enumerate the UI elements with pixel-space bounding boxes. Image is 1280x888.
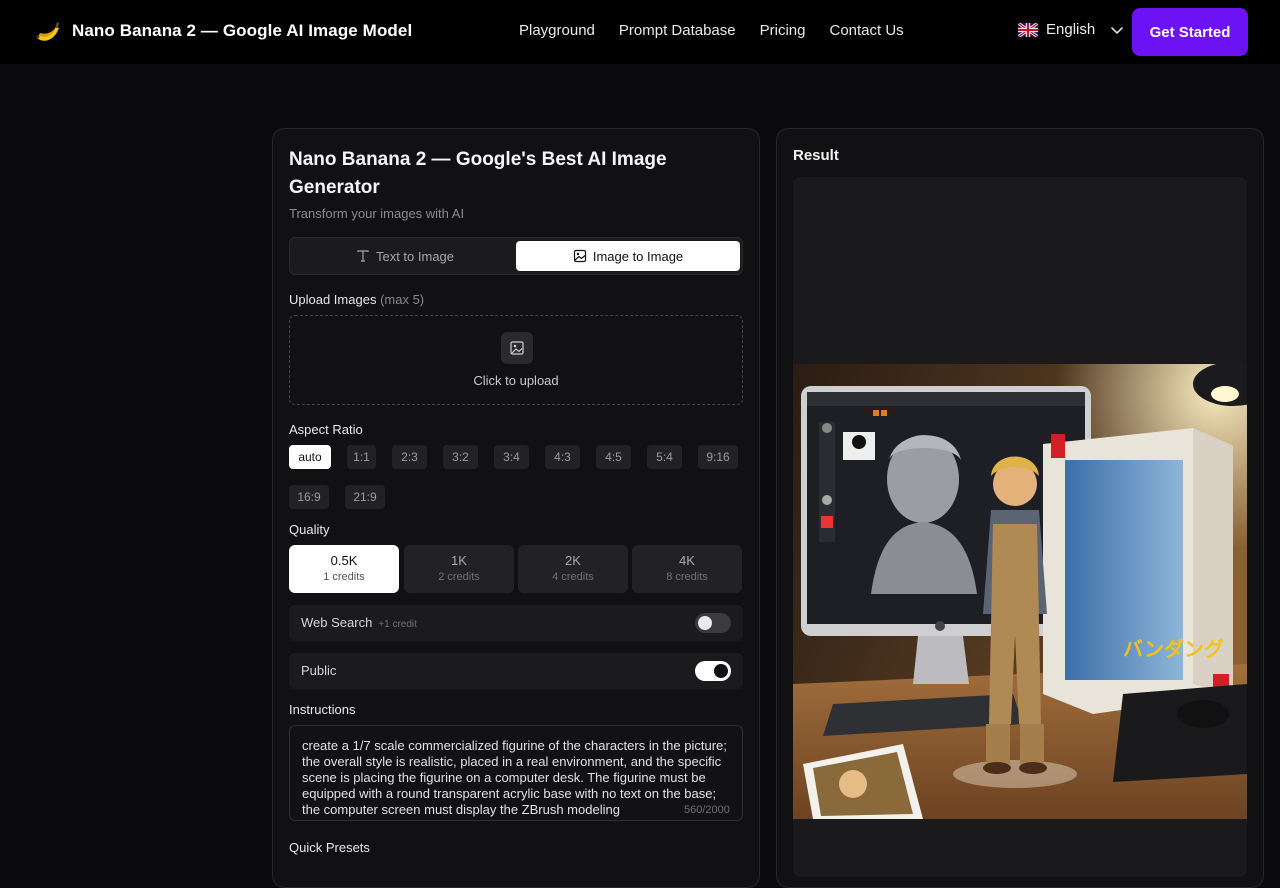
banana-logo-icon — [36, 22, 59, 41]
upload-dropzone[interactable]: Click to upload — [289, 315, 743, 405]
quality-option-4k[interactable]: 4K 8 credits — [632, 545, 742, 593]
result-frame: バンダング — [793, 177, 1247, 877]
web-search-label-text: Web Search — [301, 615, 373, 630]
aspect-option-auto[interactable]: auto — [289, 445, 331, 469]
nav-link-prompt-database[interactable]: Prompt Database — [619, 22, 736, 39]
nav-link-contact-us[interactable]: Contact Us — [829, 22, 903, 39]
quality-credits: 8 credits — [666, 571, 708, 583]
uk-flag-icon — [1018, 22, 1038, 37]
tab-label: Image to Image — [592, 248, 684, 264]
quality-option-0-5k[interactable]: 0.5K 1 credits — [289, 545, 399, 593]
aspect-option-3-2[interactable]: 3:2 — [443, 445, 478, 469]
image-icon — [573, 249, 586, 263]
public-toggle[interactable] — [695, 661, 731, 681]
aspect-option-5-4[interactable]: 5:4 — [647, 445, 682, 469]
brand[interactable]: Nano Banana 2 — Google AI Image Model — [32, 16, 412, 46]
quality-name: 4K — [679, 553, 695, 568]
image-upload-icon — [510, 341, 524, 355]
text-icon — [357, 250, 369, 262]
aspect-ratio-label: Aspect Ratio — [289, 422, 363, 437]
result-panel: Result バンダング — [776, 128, 1264, 888]
tab-text-to-image[interactable]: Text to Image — [293, 241, 517, 271]
upload-label-text: Upload Images — [289, 292, 377, 307]
get-started-button[interactable]: Get Started — [1132, 8, 1248, 56]
aspect-option-2-3[interactable]: 2:3 — [392, 445, 427, 469]
tab-label: Text to Image — [375, 248, 455, 264]
upload-icon-box — [501, 332, 533, 364]
upload-text: Click to upload — [473, 373, 559, 388]
aspect-option-1-1[interactable]: 1:1 — [347, 445, 376, 469]
quality-label: Quality — [289, 522, 330, 537]
tab-image-to-image[interactable]: Image to Image — [516, 241, 740, 271]
quality-credits: 4 credits — [552, 571, 594, 583]
quality-credits: 1 credits — [323, 571, 365, 583]
quality-name: 2K — [565, 553, 581, 568]
aspect-option-3-4[interactable]: 3:4 — [494, 445, 529, 469]
top-navbar: Nano Banana 2 — Google AI Image Model Pl… — [0, 0, 1280, 64]
toggle-knob — [714, 664, 728, 678]
instructions-label: Instructions — [289, 702, 356, 717]
web-search-row: Web Search +1 credit — [289, 605, 743, 641]
public-row: Public — [289, 653, 743, 689]
generated-figurine-image[interactable]: バンダング — [793, 364, 1247, 819]
nav-link-playground[interactable]: Playground — [519, 22, 595, 39]
public-label: Public — [301, 663, 337, 678]
aspect-option-4-3[interactable]: 4:3 — [545, 445, 580, 469]
language-selector[interactable]: English — [1018, 21, 1125, 38]
aspect-option-16-9[interactable]: 16:9 — [289, 485, 329, 509]
upload-label: Upload Images (max 5) — [289, 292, 424, 307]
page-title: Nano Banana 2 — Google's Best AI Image G… — [289, 149, 667, 198]
character-count: 560/2000 — [684, 804, 730, 816]
chevron-down-icon — [1111, 26, 1124, 34]
language-label: English — [1046, 21, 1096, 38]
generator-panel: Nano Banana 2 — Google's Best AI Image G… — [272, 128, 760, 888]
quality-name: 1K — [451, 553, 467, 568]
web-search-extra: +1 credit — [378, 619, 417, 630]
nav-links: Playground Prompt Database Pricing Conta… — [519, 22, 904, 39]
quality-option-1k[interactable]: 1K 2 credits — [404, 545, 514, 593]
aspect-option-21-9[interactable]: 21:9 — [345, 485, 385, 509]
upload-limit: (max 5) — [380, 292, 425, 307]
quality-name: 0.5K — [330, 553, 358, 568]
aspect-option-9-16[interactable]: 9:16 — [698, 445, 738, 469]
toggle-knob — [698, 616, 712, 630]
brand-name: Nano Banana 2 — Google AI Image Model — [72, 21, 413, 40]
web-search-toggle[interactable] — [695, 613, 731, 633]
quality-option-2k[interactable]: 2K 4 credits — [518, 545, 628, 593]
result-heading: Result — [793, 147, 839, 164]
nav-link-pricing[interactable]: Pricing — [760, 22, 806, 39]
aspect-option-4-5[interactable]: 4:5 — [596, 445, 631, 469]
mode-tabs: Text to Image Image to Image — [289, 237, 743, 275]
quality-credits: 2 credits — [438, 571, 480, 583]
instructions-textarea[interactable]: create a 1/7 scale commercialized figuri… — [289, 725, 743, 821]
web-search-label: Web Search +1 credit — [301, 615, 417, 630]
page-subtitle: Transform your images with AI — [289, 206, 465, 221]
box-japanese-text: バンダング — [1123, 637, 1224, 661]
